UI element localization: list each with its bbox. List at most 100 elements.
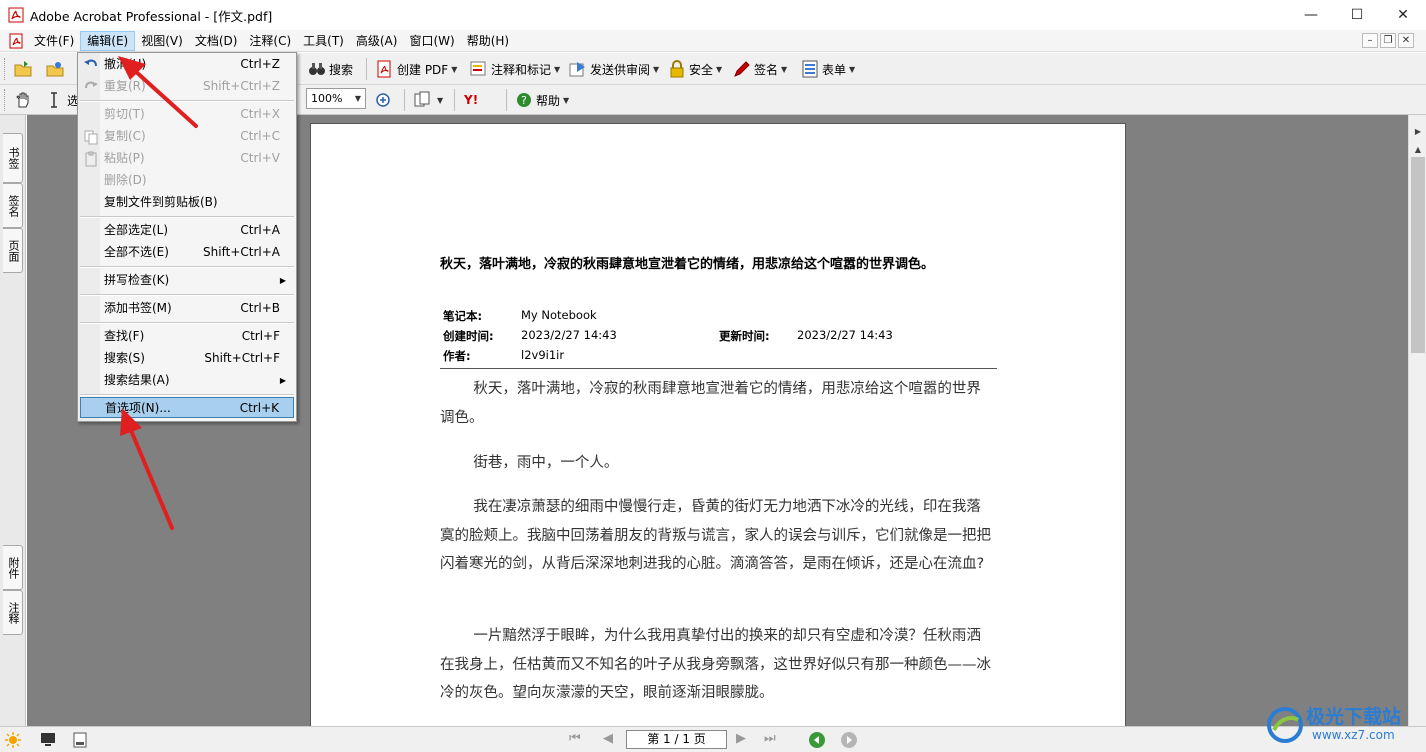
menu-item-preferences[interactable]: 首选项(N)... Ctrl+K xyxy=(80,397,294,418)
menu-window[interactable]: 窗口(W) xyxy=(403,31,460,51)
author-label: 作者: xyxy=(443,349,471,363)
minimize-button[interactable]: — xyxy=(1288,0,1334,30)
scroll-up-arrow-icon[interactable]: ▲ xyxy=(1411,143,1425,157)
menu-item-label: 搜索(S) xyxy=(104,351,145,365)
page-layout-icon xyxy=(414,91,430,107)
scroll-thumb[interactable] xyxy=(1411,157,1425,353)
maximize-button[interactable]: ☐ xyxy=(1334,0,1380,30)
toolbar-grip[interactable] xyxy=(4,58,7,80)
toolbar-grip[interactable] xyxy=(4,89,7,111)
submenu-arrow-icon: ▶ xyxy=(279,376,286,385)
menu-item-paste[interactable]: 粘贴(P) Ctrl+V xyxy=(80,148,294,169)
watermark-url: www.xz7.com xyxy=(1312,728,1395,742)
menu-edit[interactable]: 编辑(E) xyxy=(80,30,136,51)
menu-item-undo[interactable]: 撤消(U) Ctrl+Z xyxy=(80,54,294,75)
chevron-down-icon: ▼ xyxy=(849,64,856,74)
tab-comments[interactable]: 注释 xyxy=(3,590,23,635)
menu-item-cut[interactable]: 剪切(T) Ctrl+X xyxy=(80,104,294,125)
secure-button[interactable]: 安全 ▼ xyxy=(668,57,722,81)
organizer-button[interactable] xyxy=(46,57,67,81)
menu-item-find[interactable]: 查找(F) Ctrl+F xyxy=(80,326,294,347)
scroll-right-arrow-icon[interactable]: ▶ xyxy=(1411,125,1425,139)
status-bar: ⏮ ◀ 第 1 / 1 页 ▶ ⏭ xyxy=(0,726,1426,752)
menu-document[interactable]: 文档(D) xyxy=(189,31,244,51)
first-page-icon[interactable]: ⏮ xyxy=(569,731,581,746)
page-view-icon[interactable] xyxy=(72,732,88,748)
menu-item-shortcut: Ctrl+C xyxy=(240,129,280,143)
zoom-in-button[interactable] xyxy=(374,88,395,112)
forms-button[interactable]: 表单 ▼ xyxy=(801,57,855,81)
mdi-restore-button[interactable]: ❐ xyxy=(1380,33,1396,48)
toolbar-divider xyxy=(506,89,507,111)
menu-item-copy-file-to-clipboard[interactable]: 复制文件到剪贴板(B) xyxy=(80,192,294,213)
vertical-scrollbar[interactable]: ▶ ▲ xyxy=(1408,115,1426,726)
search-button[interactable]: 搜索 xyxy=(308,57,353,81)
paste-icon xyxy=(85,151,97,167)
menu-file[interactable]: 文件(F) xyxy=(28,31,80,51)
hand-tool-button[interactable] xyxy=(14,88,35,112)
menu-item-copy[interactable]: 复制(C) Ctrl+C xyxy=(80,126,294,147)
undo-icon xyxy=(84,59,97,67)
hand-icon xyxy=(16,92,29,108)
sun-icon[interactable] xyxy=(4,731,22,749)
pdf-page[interactable]: 秋天，落叶满地，冷寂的秋雨肆意地宣泄着它的情绪，用悲凉给这个喧嚣的世界调色。 笔… xyxy=(310,123,1126,726)
open-button[interactable] xyxy=(14,57,35,81)
select-tool-button[interactable]: 选 xyxy=(46,88,79,112)
chevron-down-icon: ▼ xyxy=(653,64,660,74)
document-icon[interactable] xyxy=(8,33,24,49)
menu-item-deselect-all[interactable]: 全部不选(E) Shift+Ctrl+A xyxy=(80,242,294,263)
chevron-down-icon: ▼ xyxy=(354,94,361,103)
mdi-close-button[interactable]: ✕ xyxy=(1398,33,1414,48)
menu-item-shortcut: Ctrl+X xyxy=(240,107,280,121)
menu-item-delete[interactable]: 删除(D) xyxy=(80,170,294,191)
monitor-icon[interactable] xyxy=(40,731,56,747)
menu-separator xyxy=(80,322,294,324)
menu-view[interactable]: 视图(V) xyxy=(135,31,189,51)
menu-item-label: 撤消(U) xyxy=(104,57,147,71)
menu-item-spell-check[interactable]: 拼写检查(K) ▶ xyxy=(80,270,294,291)
toolbar-divider xyxy=(454,89,455,111)
page-layout-button[interactable]: ▼ xyxy=(413,88,443,112)
menu-help[interactable]: 帮助(H) xyxy=(461,31,515,51)
menu-separator xyxy=(80,394,294,396)
menu-tools[interactable]: 工具(T) xyxy=(297,31,350,51)
menu-item-shortcut: Ctrl+A xyxy=(240,223,280,237)
comment-markup-button[interactable]: 注释和标记 ▼ xyxy=(470,57,560,81)
close-button[interactable]: ✕ xyxy=(1380,0,1426,30)
go-back-icon[interactable] xyxy=(808,731,826,749)
zoom-select[interactable]: 100% ▼ xyxy=(306,88,366,109)
menu-item-label: 搜索结果(A) xyxy=(104,373,170,387)
updated-value: 2023/2/27 14:43 xyxy=(797,328,893,342)
tab-pages[interactable]: 页面 xyxy=(3,228,23,273)
acrobat-logo-icon xyxy=(8,7,24,23)
go-forward-icon[interactable] xyxy=(840,731,858,749)
menu-advanced[interactable]: 高级(A) xyxy=(350,31,404,51)
menu-item-shortcut: Ctrl+V xyxy=(240,151,280,165)
menu-item-search-results[interactable]: 搜索结果(A) ▶ xyxy=(80,370,294,391)
previous-page-icon[interactable]: ◀ xyxy=(603,731,613,746)
submenu-arrow-icon: ▶ xyxy=(279,276,286,285)
sign-button[interactable]: 签名 ▼ xyxy=(733,57,787,81)
mdi-minimize-button[interactable]: – xyxy=(1362,33,1378,48)
page-number-field[interactable]: 第 1 / 1 页 xyxy=(626,730,727,749)
tab-bookmarks[interactable]: 书签 xyxy=(3,133,23,183)
last-page-icon[interactable]: ⏭ xyxy=(764,731,776,746)
notebook-label: 笔记本: xyxy=(443,309,483,323)
help-button[interactable]: ? 帮助 ▼ xyxy=(515,88,569,112)
lock-icon xyxy=(670,60,684,78)
send-review-button[interactable]: 发送供审阅 ▼ xyxy=(569,57,659,81)
menu-item-redo[interactable]: 重复(R) Shift+Ctrl+Z xyxy=(80,76,294,97)
tab-attachments[interactable]: 附件 xyxy=(3,545,23,590)
create-pdf-icon xyxy=(377,60,391,78)
menu-item-label: 拼写检查(K) xyxy=(104,273,170,287)
yahoo-toolbar-button[interactable]: Y! xyxy=(464,88,478,112)
create-pdf-button[interactable]: 创建 PDF ▼ xyxy=(376,57,457,81)
tab-signatures[interactable]: 签名 xyxy=(3,183,23,228)
menu-comments[interactable]: 注释(C) xyxy=(243,31,297,51)
menu-item-label: 首选项(N)... xyxy=(105,401,171,415)
yahoo-logo: Y! xyxy=(464,93,479,107)
menu-item-add-bookmark[interactable]: 添加书签(M) Ctrl+B xyxy=(80,298,294,319)
menu-item-select-all[interactable]: 全部选定(L) Ctrl+A xyxy=(80,220,294,241)
next-page-icon[interactable]: ▶ xyxy=(736,731,746,746)
menu-item-search[interactable]: 搜索(S) Shift+Ctrl+F xyxy=(80,348,294,369)
